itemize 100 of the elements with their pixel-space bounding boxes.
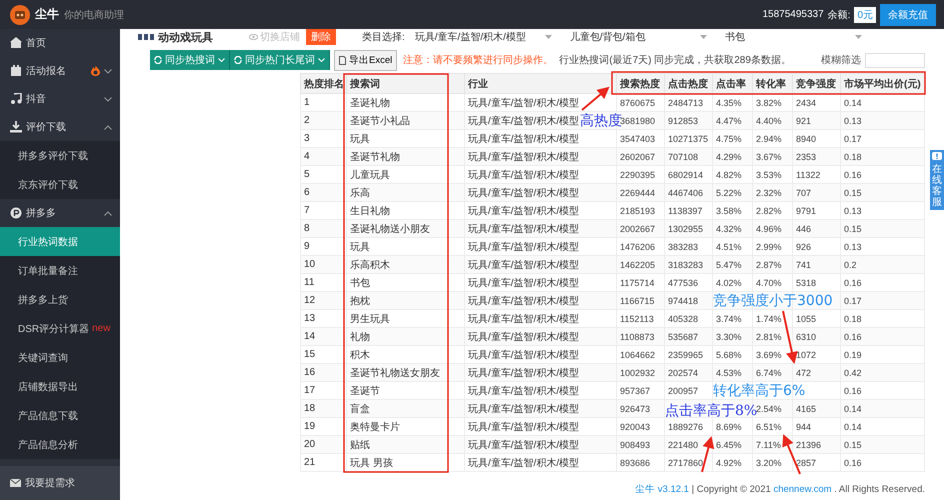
table-cell: 0.17 — [840, 292, 924, 310]
nav-subitem[interactable]: 店铺数据导出 — [0, 372, 120, 401]
table-cell: 0.18 — [840, 148, 924, 166]
nav-item[interactable]: 抖音 — [0, 85, 120, 113]
column-header: 转化率 — [752, 74, 792, 94]
nav-icon — [10, 121, 22, 133]
table-cell: 707 — [792, 184, 840, 202]
site-link[interactable]: chennew.com — [773, 484, 832, 495]
table-cell: 912853 — [664, 112, 712, 130]
table-cell: 玩具/童车/益智/积木/模型 — [464, 364, 616, 382]
nav-subitem[interactable]: 订单批量备注 — [0, 256, 120, 285]
table-cell: 4.96% — [752, 220, 792, 238]
nav-subitem[interactable]: 行业热词数据 — [0, 227, 120, 256]
column-header: 竞争强度 — [792, 74, 840, 94]
table-cell: 2 — [300, 112, 346, 130]
table-cell: 2269444 — [616, 184, 664, 202]
table-cell: 2353 — [792, 148, 840, 166]
phone-number: 15875495337 — [762, 9, 824, 20]
table-cell: 玩具/童车/益智/积木/模型 — [464, 328, 616, 346]
table-cell: 礼物 — [346, 328, 464, 346]
table-cell: 4165 — [792, 400, 840, 418]
nav-subitem[interactable]: 拼多多评价下载 — [0, 141, 120, 170]
column-header: 点击率 — [712, 74, 752, 94]
nav-subitem[interactable]: 京东评价下载 — [0, 170, 120, 199]
chevron-icon — [104, 124, 112, 130]
export-button[interactable]: 导出Excel — [334, 50, 398, 70]
nav-item[interactable]: 拼多多 — [0, 199, 120, 227]
nav-item[interactable]: 首页 — [0, 29, 120, 57]
table-cell: 2.32% — [752, 184, 792, 202]
table-cell: 16 — [300, 364, 346, 382]
category-select[interactable]: 儿童包/背包/箱包 — [570, 30, 715, 44]
annotation-text: 转化率高于6% — [713, 384, 806, 398]
nav-subitem[interactable]: 拼多多上货 — [0, 285, 120, 314]
balance-value: 0元 — [854, 6, 876, 22]
request-link[interactable]: 我要提需求 — [0, 466, 120, 500]
table-cell: 圣诞节礼物送女朋友 — [346, 364, 464, 382]
nav-subitem[interactable]: 产品信息下载 — [0, 401, 120, 430]
table-cell: 6 — [300, 184, 346, 202]
refresh-icon — [234, 56, 242, 64]
category-select[interactable]: 书包 — [724, 30, 870, 44]
table-cell: 乐高积木 — [346, 256, 464, 274]
table-cell: 974418 — [664, 292, 712, 310]
nav-subitem[interactable]: 产品信息分析 — [0, 430, 120, 459]
document-icon — [339, 56, 346, 64]
nav-icon — [10, 207, 22, 219]
nav-item[interactable]: 评价下载 — [0, 113, 120, 141]
table-cell: 4.40% — [752, 112, 792, 130]
table-cell: 8 — [300, 220, 346, 238]
tagline: 你的电商助理 — [64, 8, 124, 22]
table-cell: 玩具/童车/益智/积木/模型 — [464, 436, 616, 454]
table-cell: 3.67% — [752, 148, 792, 166]
status-text: 行业热搜词(最近7天) 同步完成，共获取289条数据。 — [559, 54, 791, 67]
dropdown-caret-icon — [854, 35, 862, 39]
table-cell: 2602067 — [616, 148, 664, 166]
table-cell: 4.53% — [712, 364, 752, 382]
table-cell: 1166715 — [616, 292, 664, 310]
filter-field[interactable] — [865, 52, 925, 68]
table-cell: 1462205 — [616, 256, 664, 274]
recharge-button[interactable]: 余额充值 — [880, 4, 936, 26]
table-cell: 0.13 — [840, 112, 924, 130]
table-cell: 1108873 — [616, 328, 664, 346]
brand-name: 尘牛 — [35, 6, 59, 23]
table-cell: 12 — [300, 292, 346, 310]
table-cell: 圣诞礼物送小朋友 — [346, 220, 464, 238]
caret-icon — [218, 58, 225, 62]
table-cell: 921 — [792, 112, 840, 130]
table-cell: 玩具 男孩 — [346, 454, 464, 472]
table-cell: 0.15 — [840, 220, 924, 238]
table-cell: 3183283 — [664, 256, 712, 274]
table-cell: 2717860 — [664, 454, 712, 472]
table-cell: 4467406 — [664, 184, 712, 202]
sync-button[interactable]: 同步热门长尾词 — [230, 50, 330, 70]
table-cell: 908493 — [616, 436, 664, 454]
table-cell: 玩具/童车/益智/积木/模型 — [464, 220, 616, 238]
table-cell: 6310 — [792, 328, 840, 346]
table-cell: 14 — [300, 328, 346, 346]
table-cell: 4.32% — [712, 220, 752, 238]
table-cell: 4.47% — [712, 112, 752, 130]
nav-item[interactable]: 活动报名 — [0, 57, 120, 85]
arrow — [701, 436, 714, 472]
table-cell: 1002932 — [616, 364, 664, 382]
table-cell: 玩具/童车/益智/积木/模型 — [464, 184, 616, 202]
column-header: 点击热度 — [664, 74, 712, 94]
table-cell: 1302955 — [664, 220, 712, 238]
sync-button[interactable]: 同步热搜词 — [150, 50, 230, 70]
table-cell: 4 — [300, 148, 346, 166]
table-cell: 6.45% — [712, 436, 752, 454]
table-cell: 5.47% — [712, 256, 752, 274]
nav-icon — [10, 93, 22, 105]
annotation-text: 竞争强度小于3000 — [713, 294, 833, 308]
version-link[interactable]: 尘牛 v3.12.1 — [635, 484, 689, 495]
nav-subitem[interactable]: 关键词查询 — [0, 343, 120, 372]
table-cell: 4.92% — [712, 454, 752, 472]
category-select[interactable]: 玩具/童车/益智/积木/模型 — [414, 30, 560, 44]
refresh-icon — [154, 56, 162, 64]
table-cell: 2857 — [792, 454, 840, 472]
nav-subitem[interactable]: DSR评分计算器 new — [0, 314, 120, 343]
new-label: new — [92, 323, 110, 334]
column-header: 市场平均出价(元) — [840, 74, 924, 94]
column-header: 热度排名 — [300, 74, 346, 94]
